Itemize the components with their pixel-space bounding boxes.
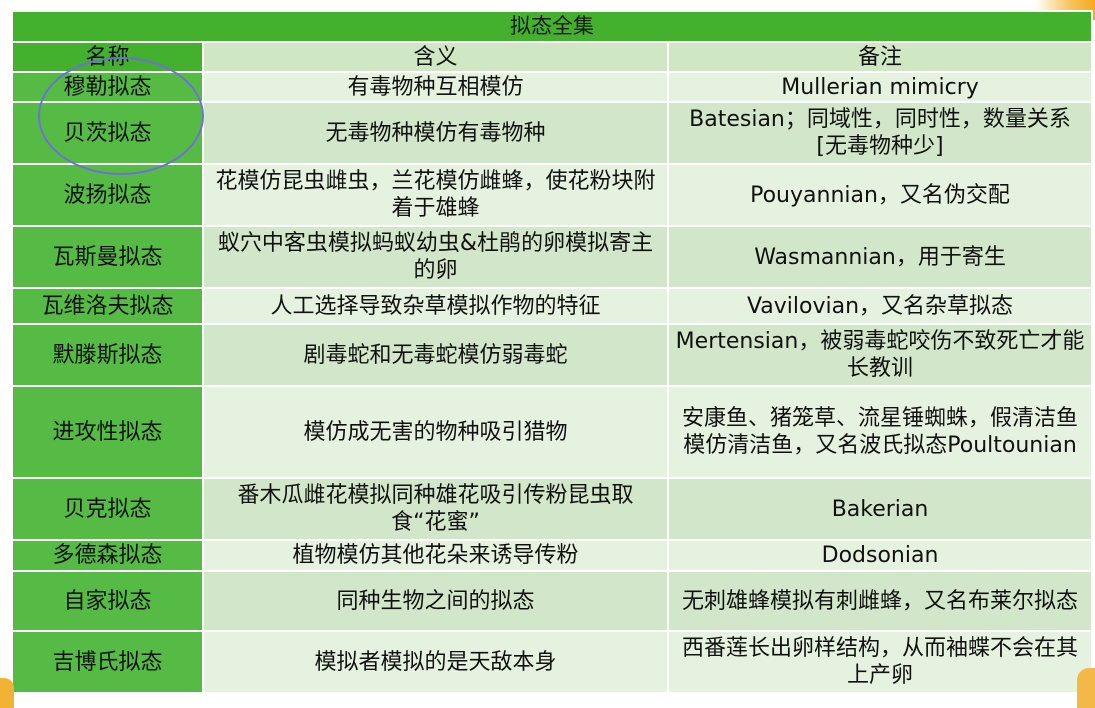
header-meaning: 含义 [202,41,669,73]
row-name: 自家拟态 [11,570,204,632]
row-meaning: 蚁穴中客虫模拟蚂蚁幼虫&杜鹃的卵模拟寄主的卵 [202,225,669,289]
row-name: 吉博氏拟态 [11,630,204,694]
row-meaning: 人工选择导致杂草模拟作物的特征 [202,287,669,325]
row-name: 波扬拟态 [11,163,204,227]
table-row: 多德森拟态 植物模仿其他花朵来诱导传粉 Dodsonian [11,539,1094,572]
row-note: 西番莲长出卵样结构，从而袖蝶不会在其上产卵 [666,630,1094,694]
row-note: Mertensian，被弱毒蛇咬伤不致死亡才能长教训 [666,323,1094,387]
row-name: 贝克拟态 [11,477,204,541]
row-note: 安康鱼、猪笼草、流星锤蜘蛛，假清洁鱼模仿清洁鱼，又名波氏拟态Poultounia… [666,385,1094,479]
row-note: Batesian；同域性，同时性，数量关系[无毒物种少] [666,101,1094,165]
table-title-row: 拟态全集 [10,10,1094,43]
row-note: 无刺雄蜂模拟有刺雌蜂，又名布莱尔拟态 [666,570,1094,632]
row-name: 进攻性拟态 [11,385,204,479]
row-meaning: 同种生物之间的拟态 [202,570,669,632]
table-row: 瓦维洛夫拟态 人工选择导致杂草模拟作物的特征 Vavilovian，又名杂草拟态 [11,287,1094,325]
table-row: 波扬拟态 花模仿昆虫雌虫，兰花模仿雌蜂，使花粉块附着于雄蜂 Pouyannian… [11,163,1094,227]
row-meaning: 有毒物种互相模仿 [202,71,669,103]
row-name: 瓦维洛夫拟态 [11,287,204,325]
row-meaning: 剧毒蛇和无毒蛇模仿弱毒蛇 [202,323,669,387]
table-row: 默滕斯拟态 剧毒蛇和无毒蛇模仿弱毒蛇 Mertensian，被弱毒蛇咬伤不致死亡… [11,323,1094,387]
header-name: 名称 [11,41,204,73]
corner-decoration-bottom-left [0,678,14,708]
table-row: 贝克拟态 番木瓜雌花模拟同种雄花吸引传粉昆虫取食“花蜜” Bakerian [11,477,1094,541]
row-meaning: 番木瓜雌花模拟同种雄花吸引传粉昆虫取食“花蜜” [202,477,669,541]
table-row: 贝茨拟态 无毒物种模仿有毒物种 Batesian；同域性，同时性，数量关系[无毒… [11,101,1094,165]
row-name: 瓦斯曼拟态 [11,225,204,289]
row-meaning: 无毒物种模仿有毒物种 [202,101,669,165]
row-meaning: 模拟者模拟的是天敌本身 [202,630,669,694]
row-note: Mullerian mimicry [666,71,1094,103]
row-name: 贝茨拟态 [11,101,204,165]
table-row: 自家拟态 同种生物之间的拟态 无刺雄蜂模拟有刺雌蜂，又名布莱尔拟态 [11,570,1094,632]
table-title: 拟态全集 [10,10,1094,43]
row-note: Dodsonian [666,539,1094,572]
row-name: 多德森拟态 [11,539,204,572]
row-note: Pouyannian，又名伪交配 [666,163,1094,227]
header-note: 备注 [666,41,1094,73]
row-name: 默滕斯拟态 [11,323,204,387]
table-row: 吉博氏拟态 模拟者模拟的是天敌本身 西番莲长出卵样结构，从而袖蝶不会在其上产卵 [11,630,1094,694]
row-meaning: 植物模仿其他花朵来诱导传粉 [202,539,669,572]
table-row: 瓦斯曼拟态 蚁穴中客虫模拟蚂蚁幼虫&杜鹃的卵模拟寄主的卵 Wasmannian，… [11,225,1094,289]
table-header-row: 名称 含义 备注 [11,41,1094,73]
slide: 拟态全集 名称 含义 备注 穆勒拟态 有毒物种互相模仿 Mullerian mi… [0,0,1095,708]
row-note: Bakerian [666,477,1094,541]
row-name: 穆勒拟态 [11,71,204,103]
row-note: Wasmannian，用于寄生 [666,225,1094,289]
row-meaning: 模仿成无害的物种吸引猎物 [202,385,669,479]
table-row: 进攻性拟态 模仿成无害的物种吸引猎物 安康鱼、猪笼草、流星锤蜘蛛，假清洁鱼模仿清… [11,385,1094,479]
row-meaning: 花模仿昆虫雌虫，兰花模仿雌蜂，使花粉块附着于雄蜂 [202,163,669,227]
corner-decoration-bottom-right [1077,668,1095,708]
mimicry-table: 拟态全集 名称 含义 备注 穆勒拟态 有毒物种互相模仿 Mullerian mi… [10,10,1094,694]
table-row: 穆勒拟态 有毒物种互相模仿 Mullerian mimicry [11,71,1094,103]
row-note: Vavilovian，又名杂草拟态 [666,287,1094,325]
